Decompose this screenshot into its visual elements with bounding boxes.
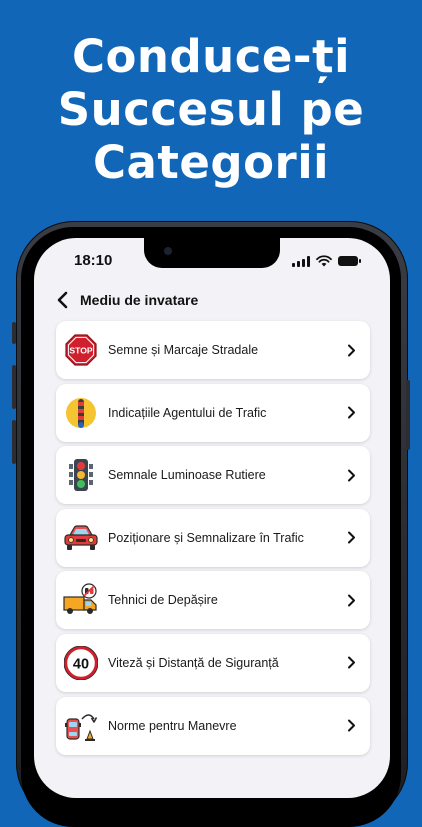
status-time: 18:10 — [74, 252, 113, 269]
headline: Conduce-ți Succesul pe Categorii — [0, 30, 422, 189]
chevron-right-icon — [348, 469, 355, 482]
chevron-left-icon[interactable] — [56, 291, 70, 309]
category-label: Indicațiile Agentului de Trafic — [108, 405, 267, 420]
battery-icon — [338, 256, 361, 266]
category-label: Tehnici de Depășire — [108, 593, 218, 608]
category-item-speed-distance[interactable]: 40 Viteză și Distanță de Siguranță — [56, 633, 370, 692]
category-item-maneuvers[interactable]: Norme pentru Manevre — [56, 696, 370, 755]
nav-bar: Mediu de invatare — [56, 288, 198, 312]
category-list: STOP Semne și Marcaje Stradale Indicații… — [56, 321, 370, 759]
phone-screen: 18:10 Mediu de invatare STOP Semne și Ma… — [34, 238, 390, 798]
chevron-right-icon — [348, 406, 355, 419]
maneuver-car-icon — [63, 708, 99, 744]
chevron-right-icon — [348, 531, 355, 544]
status-icons — [292, 255, 361, 267]
stop-sign-icon: STOP — [63, 332, 99, 368]
volume-down-button — [12, 420, 16, 464]
chevron-right-icon — [348, 344, 355, 356]
stop-sign-text: STOP — [69, 346, 93, 356]
category-label: Semnale Luminoase Rutiere — [108, 468, 266, 483]
category-item-traffic-lights[interactable]: Semnale Luminoase Rutiere — [56, 446, 370, 505]
mute-switch — [12, 322, 16, 344]
power-button — [406, 380, 410, 450]
notch — [144, 238, 280, 268]
wifi-icon — [316, 255, 332, 267]
category-label: Poziționare și Semnalizare în Trafic — [108, 530, 304, 545]
headline-line-3: Categorii — [92, 136, 330, 189]
category-item-overtaking[interactable]: Tehnici de Depășire — [56, 571, 370, 630]
page-title: Mediu de invatare — [80, 292, 199, 308]
category-label: Norme pentru Manevre — [108, 718, 237, 733]
chevron-right-icon — [348, 594, 355, 607]
traffic-officer-icon — [63, 395, 99, 431]
car-icon — [63, 520, 99, 556]
category-item-traffic-officer[interactable]: Indicațiile Agentului de Trafic — [56, 383, 370, 442]
headline-line-1: Conduce-ți — [71, 30, 351, 83]
category-label: Semne și Marcaje Stradale — [108, 343, 259, 357]
category-label: Viteză și Distanță de Siguranță — [108, 655, 279, 670]
speed-limit-icon: 40 — [63, 645, 99, 681]
chevron-right-icon — [348, 719, 355, 732]
category-item-positioning[interactable]: Poziționare și Semnalizare în Trafic — [56, 508, 370, 567]
category-item-road-signs[interactable]: STOP Semne și Marcaje Stradale — [56, 321, 370, 379]
camera-icon — [164, 247, 172, 255]
overtaking-truck-icon — [63, 582, 99, 618]
traffic-light-icon — [63, 457, 99, 493]
speed-limit-text: 40 — [73, 656, 89, 672]
volume-up-button — [12, 365, 16, 409]
cellular-signal-icon — [292, 255, 310, 267]
chevron-right-icon — [348, 656, 355, 669]
headline-line-2: Succesul pe — [57, 83, 365, 136]
